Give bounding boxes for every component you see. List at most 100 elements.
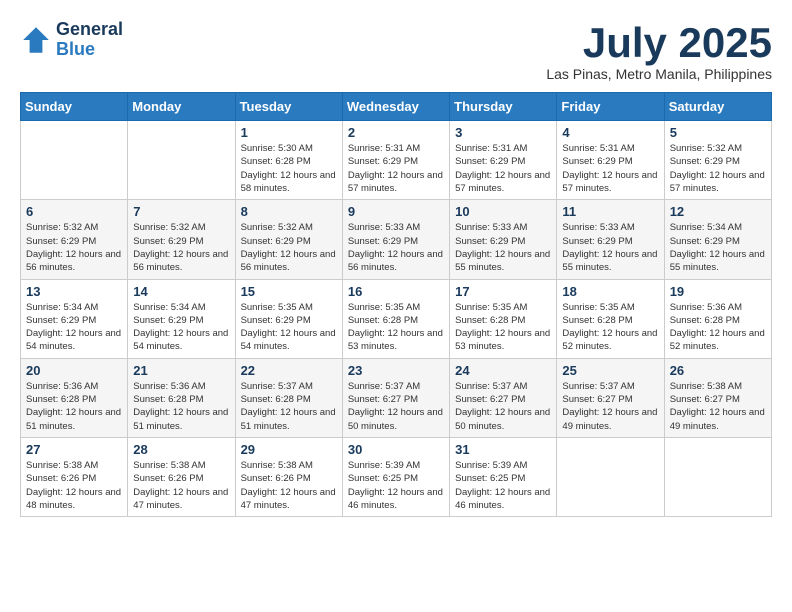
day-info: Sunrise: 5:38 AMSunset: 6:27 PMDaylight:…	[670, 380, 766, 433]
day-of-week-header: Friday	[557, 93, 664, 121]
calendar-cell	[128, 121, 235, 200]
calendar-cell: 7 Sunrise: 5:32 AMSunset: 6:29 PMDaylight…	[128, 200, 235, 279]
day-info: Sunrise: 5:35 AMSunset: 6:28 PMDaylight:…	[455, 301, 551, 354]
day-number: 23	[348, 363, 444, 378]
calendar-cell: 4 Sunrise: 5:31 AMSunset: 6:29 PMDaylight…	[557, 121, 664, 200]
calendar-cell: 3Sunrise: 5:31 AMSunset: 6:29 PMDaylight…	[450, 121, 557, 200]
day-number: 31	[455, 442, 551, 457]
calendar-cell: 11 Sunrise: 5:33 AMSunset: 6:29 PMDayligh…	[557, 200, 664, 279]
day-number: 26	[670, 363, 766, 378]
day-number: 22	[241, 363, 337, 378]
day-info: Sunrise: 5:37 AMSunset: 6:27 PMDaylight:…	[562, 380, 658, 433]
day-number: 21	[133, 363, 229, 378]
calendar-cell: 27Sunrise: 5:38 AMSunset: 6:26 PMDayligh…	[21, 437, 128, 516]
calendar-cell: 14 Sunrise: 5:34 AMSunset: 6:29 PMDayligh…	[128, 279, 235, 358]
day-number: 17	[455, 284, 551, 299]
day-info: Sunrise: 5:39 AMSunset: 6:25 PMDaylight:…	[455, 459, 551, 512]
calendar-cell: 29Sunrise: 5:38 AMSunset: 6:26 PMDayligh…	[235, 437, 342, 516]
calendar-cell: 13 Sunrise: 5:34 AMSunset: 6:29 PMDayligh…	[21, 279, 128, 358]
calendar-cell	[664, 437, 771, 516]
location: Las Pinas, Metro Manila, Philippines	[546, 66, 772, 82]
calendar-week-row: 6 Sunrise: 5:32 AMSunset: 6:29 PMDaylight…	[21, 200, 772, 279]
day-info: Sunrise: 5:38 AMSunset: 6:26 PMDaylight:…	[26, 459, 122, 512]
calendar-cell: 2Sunrise: 5:31 AMSunset: 6:29 PMDaylight…	[342, 121, 449, 200]
calendar-cell: 9 Sunrise: 5:33 AMSunset: 6:29 PMDaylight…	[342, 200, 449, 279]
day-info: Sunrise: 5:33 AMSunset: 6:29 PMDaylight:…	[348, 221, 444, 274]
calendar-header: SundayMondayTuesdayWednesdayThursdayFrid…	[21, 93, 772, 121]
day-info: Sunrise: 5:37 AMSunset: 6:27 PMDaylight:…	[348, 380, 444, 433]
day-number: 7	[133, 204, 229, 219]
calendar-cell: 15 Sunrise: 5:35 AMSunset: 6:29 PMDayligh…	[235, 279, 342, 358]
day-number: 30	[348, 442, 444, 457]
day-info: Sunrise: 5:35 AMSunset: 6:28 PMDaylight:…	[562, 301, 658, 354]
logo-text: General Blue	[56, 20, 123, 60]
day-of-week-header: Thursday	[450, 93, 557, 121]
day-number: 29	[241, 442, 337, 457]
day-number: 28	[133, 442, 229, 457]
day-number: 4	[562, 125, 658, 140]
day-number: 24	[455, 363, 551, 378]
calendar-week-row: 13 Sunrise: 5:34 AMSunset: 6:29 PMDayligh…	[21, 279, 772, 358]
day-info: Sunrise: 5:37 AMSunset: 6:27 PMDaylight:…	[455, 380, 551, 433]
day-number: 25	[562, 363, 658, 378]
calendar-cell: 21 Sunrise: 5:36 AMSunset: 6:28 PMDayligh…	[128, 358, 235, 437]
day-of-week-header: Monday	[128, 93, 235, 121]
day-info: Sunrise: 5:39 AMSunset: 6:25 PMDaylight:…	[348, 459, 444, 512]
day-info: Sunrise: 5:32 AMSunset: 6:29 PMDaylight:…	[133, 221, 229, 274]
day-number: 5	[670, 125, 766, 140]
day-number: 13	[26, 284, 122, 299]
calendar-cell: 19Sunrise: 5:36 AMSunset: 6:28 PMDayligh…	[664, 279, 771, 358]
day-info: Sunrise: 5:36 AMSunset: 6:28 PMDaylight:…	[670, 301, 766, 354]
logo-line1: General	[56, 19, 123, 39]
calendar-cell: 28 Sunrise: 5:38 AMSunset: 6:26 PMDayligh…	[128, 437, 235, 516]
day-number: 8	[241, 204, 337, 219]
day-info: Sunrise: 5:31 AMSunset: 6:29 PMDaylight:…	[562, 142, 658, 195]
calendar-cell: 26 Sunrise: 5:38 AMSunset: 6:27 PMDayligh…	[664, 358, 771, 437]
calendar-cell: 6 Sunrise: 5:32 AMSunset: 6:29 PMDaylight…	[21, 200, 128, 279]
calendar-cell	[557, 437, 664, 516]
calendar: SundayMondayTuesdayWednesdayThursdayFrid…	[20, 92, 772, 517]
calendar-cell: 1Sunrise: 5:30 AMSunset: 6:28 PMDaylight…	[235, 121, 342, 200]
day-number: 2	[348, 125, 444, 140]
day-of-week-header: Saturday	[664, 93, 771, 121]
title-area: July 2025 Las Pinas, Metro Manila, Phili…	[546, 20, 772, 82]
day-info: Sunrise: 5:32 AMSunset: 6:29 PMDaylight:…	[241, 221, 337, 274]
day-number: 12	[670, 204, 766, 219]
day-of-week-header: Sunday	[21, 93, 128, 121]
calendar-cell: 8 Sunrise: 5:32 AMSunset: 6:29 PMDaylight…	[235, 200, 342, 279]
day-info: Sunrise: 5:36 AMSunset: 6:28 PMDaylight:…	[26, 380, 122, 433]
calendar-cell: 31 Sunrise: 5:39 AMSunset: 6:25 PMDayligh…	[450, 437, 557, 516]
calendar-cell: 12Sunrise: 5:34 AMSunset: 6:29 PMDayligh…	[664, 200, 771, 279]
calendar-cell: 22 Sunrise: 5:37 AMSunset: 6:28 PMDayligh…	[235, 358, 342, 437]
day-of-week-header: Wednesday	[342, 93, 449, 121]
day-info: Sunrise: 5:36 AMSunset: 6:28 PMDaylight:…	[133, 380, 229, 433]
day-number: 15	[241, 284, 337, 299]
day-info: Sunrise: 5:34 AMSunset: 6:29 PMDaylight:…	[133, 301, 229, 354]
day-info: Sunrise: 5:37 AMSunset: 6:28 PMDaylight:…	[241, 380, 337, 433]
day-of-week-header: Tuesday	[235, 93, 342, 121]
day-number: 10	[455, 204, 551, 219]
day-number: 9	[348, 204, 444, 219]
day-info: Sunrise: 5:32 AMSunset: 6:29 PMDaylight:…	[26, 221, 122, 274]
day-number: 14	[133, 284, 229, 299]
day-number: 11	[562, 204, 658, 219]
page-header: General Blue July 2025 Las Pinas, Metro …	[20, 20, 772, 82]
calendar-cell: 30 Sunrise: 5:39 AMSunset: 6:25 PMDayligh…	[342, 437, 449, 516]
calendar-week-row: 1Sunrise: 5:30 AMSunset: 6:28 PMDaylight…	[21, 121, 772, 200]
day-header-row: SundayMondayTuesdayWednesdayThursdayFrid…	[21, 93, 772, 121]
logo-icon	[20, 24, 52, 56]
day-info: Sunrise: 5:32 AMSunset: 6:29 PMDaylight:…	[670, 142, 766, 195]
day-info: Sunrise: 5:33 AMSunset: 6:29 PMDaylight:…	[562, 221, 658, 274]
day-info: Sunrise: 5:38 AMSunset: 6:26 PMDaylight:…	[133, 459, 229, 512]
calendar-cell: 16Sunrise: 5:35 AMSunset: 6:28 PMDayligh…	[342, 279, 449, 358]
logo-line2: Blue	[56, 39, 95, 59]
day-info: Sunrise: 5:33 AMSunset: 6:29 PMDaylight:…	[455, 221, 551, 274]
month-title: July 2025	[546, 20, 772, 66]
day-info: Sunrise: 5:35 AMSunset: 6:29 PMDaylight:…	[241, 301, 337, 354]
day-info: Sunrise: 5:31 AMSunset: 6:29 PMDaylight:…	[455, 142, 551, 195]
calendar-cell: 10 Sunrise: 5:33 AMSunset: 6:29 PMDayligh…	[450, 200, 557, 279]
day-info: Sunrise: 5:34 AMSunset: 6:29 PMDaylight:…	[26, 301, 122, 354]
day-info: Sunrise: 5:30 AMSunset: 6:28 PMDaylight:…	[241, 142, 337, 195]
day-number: 6	[26, 204, 122, 219]
calendar-week-row: 27Sunrise: 5:38 AMSunset: 6:26 PMDayligh…	[21, 437, 772, 516]
